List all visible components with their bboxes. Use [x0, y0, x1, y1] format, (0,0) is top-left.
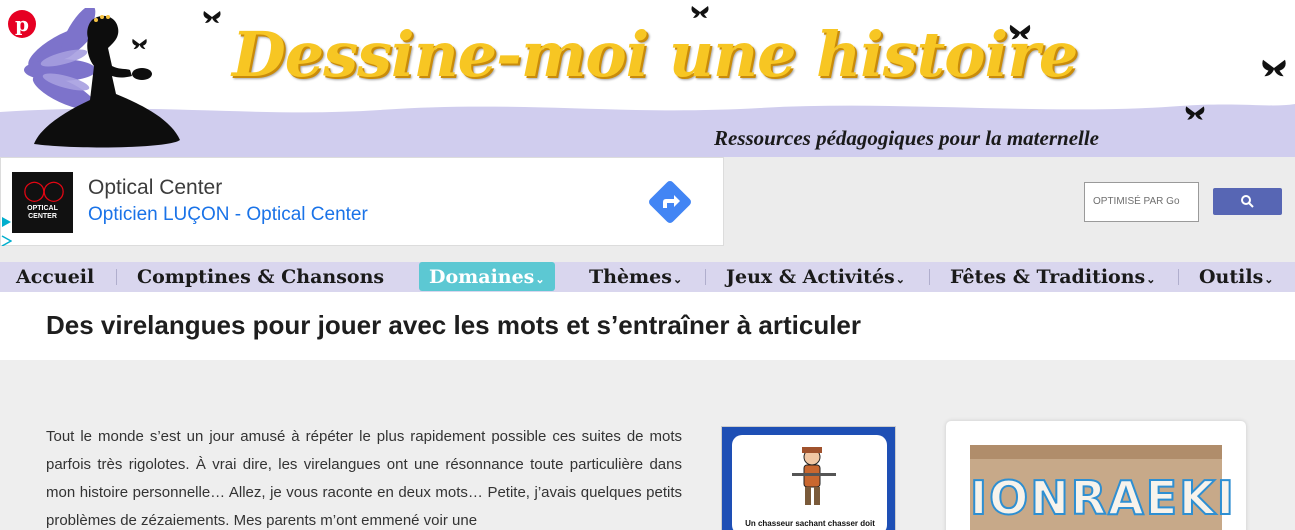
fairy-silhouette-logo[interactable]: [20, 8, 195, 157]
hunter-illustration: [792, 447, 836, 505]
main-nav: Accueil Comptines & Chansons Domaines⌄ T…: [0, 262, 1295, 292]
ad-title[interactable]: Optical Center: [88, 176, 222, 200]
butterfly-icon: [1185, 106, 1205, 120]
ad-logo[interactable]: ◯◯ OPTICAL CENTER: [12, 172, 73, 233]
game-box-card[interactable]: IONRAEKI: [946, 421, 1246, 530]
nav-item-comptines[interactable]: Comptines & Chansons: [137, 262, 384, 292]
nav-item-label: Thèmes: [589, 266, 672, 288]
nav-divider: [929, 269, 930, 285]
chevron-down-icon: ⌄: [1146, 273, 1156, 286]
post-intro-paragraph: Tout le monde s’est un jour amusé à répé…: [46, 428, 682, 529]
card-caption: Un chasseur sachant chasser doit savoir …: [745, 519, 875, 530]
nav-item-themes[interactable]: Thèmes⌄: [589, 262, 682, 292]
nav-item-jeux[interactable]: Jeux & Activités⌄: [726, 262, 905, 292]
search-input[interactable]: OPTIMISÉ PAR Go: [1084, 182, 1199, 222]
ad-logo-text: OPTICAL CENTER: [27, 205, 58, 220]
search-icon: [1241, 195, 1254, 208]
card-inner-frame: Un chasseur sachant chasser doit savoir …: [732, 435, 887, 530]
nav-item-label: Jeux & Activités: [726, 266, 895, 288]
box-lid: [970, 445, 1222, 459]
nav-item-outils[interactable]: Outils⌄: [1199, 262, 1274, 292]
chevron-down-icon: ⌄: [895, 273, 905, 286]
butterfly-icon: [132, 38, 147, 50]
box-letters: IONRAEKI: [969, 470, 1236, 526]
butterfly-icon: [203, 11, 221, 23]
site-tagline: Ressources pédagogiques pour la maternel…: [714, 126, 1100, 150]
search-button[interactable]: [1213, 188, 1282, 215]
directions-icon[interactable]: [646, 178, 694, 226]
nav-item-label: Accueil: [16, 266, 95, 288]
post-title-bar: Des virelangues pour jouer avec les mots…: [0, 292, 1295, 360]
nav-item-fetes[interactable]: Fêtes & Traditions⌄: [950, 262, 1155, 292]
site-title[interactable]: Dessine-moi une histoire: [232, 18, 1078, 91]
game-box-image: IONRAEKI: [969, 445, 1235, 530]
nav-item-domaines[interactable]: Domaines⌄: [419, 262, 555, 291]
nav-divider: [705, 269, 706, 285]
chevron-down-icon: ⌄: [535, 273, 545, 286]
optical-center-logo-icon: ◯◯: [23, 180, 65, 202]
ad-banner[interactable]: ◯◯ OPTICAL CENTER Optical Center Opticie…: [0, 157, 724, 246]
nav-divider: [1178, 269, 1179, 285]
ad-choices-icon[interactable]: [1, 216, 12, 246]
site-header: p Dessine-moi une histoire Ressources pé…: [0, 0, 1295, 157]
chevron-down-icon: ⌄: [672, 273, 683, 286]
nav-item-label: Fêtes & Traditions: [950, 266, 1146, 288]
tongue-twister-card-image[interactable]: Un chasseur sachant chasser doit savoir …: [721, 426, 896, 530]
chevron-down-icon: ⌄: [1264, 273, 1274, 286]
nav-divider: [116, 269, 117, 285]
butterfly-icon: [1262, 59, 1286, 77]
post-title: Des virelangues pour jouer avec les mots…: [46, 310, 862, 340]
nav-item-label: Outils: [1199, 266, 1264, 288]
ad-subtitle-link[interactable]: Opticien LUÇON - Optical Center: [88, 204, 368, 226]
nav-item-accueil[interactable]: Accueil: [16, 262, 94, 292]
nav-item-label: Domaines: [429, 266, 535, 288]
nav-item-label: Comptines & Chansons: [137, 266, 385, 288]
